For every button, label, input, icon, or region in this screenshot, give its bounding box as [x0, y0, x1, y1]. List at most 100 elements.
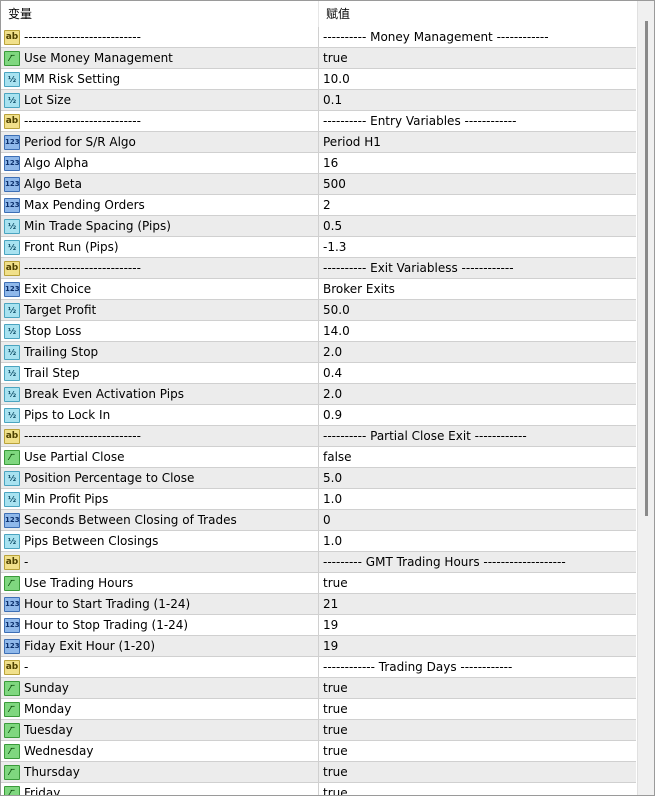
variable-cell[interactable]: ⁄‾ Use Trading Hours	[1, 573, 319, 593]
value-cell[interactable]: 2	[319, 195, 636, 215]
value-cell[interactable]: 0.4	[319, 363, 636, 383]
value-cell[interactable]: 5.0	[319, 468, 636, 488]
value-cell[interactable]: true	[319, 762, 636, 782]
table-row[interactable]: ⁄‾ Use Money Management true	[1, 48, 636, 69]
variable-cell[interactable]: ⁄‾ Use Money Management	[1, 48, 319, 68]
variable-cell[interactable]: ab ---------------------------	[1, 258, 319, 278]
vertical-scrollbar[interactable]	[637, 1, 654, 795]
variable-cell[interactable]: ½ Position Percentage to Close	[1, 468, 319, 488]
value-cell[interactable]: true	[319, 678, 636, 698]
table-row[interactable]: ½ Pips to Lock In 0.9	[1, 405, 636, 426]
value-cell[interactable]: 1.0	[319, 489, 636, 509]
variable-cell[interactable]: ½ Min Profit Pips	[1, 489, 319, 509]
table-row[interactable]: ab --------------------------- ---------- …	[1, 258, 636, 279]
table-row[interactable]: ab --------------------------- ---------- …	[1, 426, 636, 447]
table-row[interactable]: ⁄‾ Monday true	[1, 699, 636, 720]
variable-cell[interactable]: 123 Exit Choice	[1, 279, 319, 299]
value-cell[interactable]: 0.1	[319, 90, 636, 110]
value-cell[interactable]: 19	[319, 615, 636, 635]
variable-cell[interactable]: ab ---------------------------	[1, 426, 319, 446]
variable-cell[interactable]: 123 Seconds Between Closing of Trades	[1, 510, 319, 530]
table-row[interactable]: ⁄‾ Use Partial Close false	[1, 447, 636, 468]
variable-cell[interactable]: 123 Max Pending Orders	[1, 195, 319, 215]
variable-cell[interactable]: 123 Period for S/R Algo	[1, 132, 319, 152]
table-row[interactable]: 123 Algo Alpha 16	[1, 153, 636, 174]
value-cell[interactable]: 500	[319, 174, 636, 194]
variable-cell[interactable]: ½ Break Even Activation Pips	[1, 384, 319, 404]
value-cell[interactable]: 0.9	[319, 405, 636, 425]
table-row[interactable]: 123 Algo Beta 500	[1, 174, 636, 195]
scrollbar-thumb[interactable]	[645, 21, 648, 516]
table-row[interactable]: 123 Hour to Stop Trading (1-24) 19	[1, 615, 636, 636]
variable-cell[interactable]: ⁄‾ Sunday	[1, 678, 319, 698]
value-cell[interactable]: --------- GMT Trading Hours ------------…	[319, 552, 636, 572]
variable-cell[interactable]: ⁄‾ Friday	[1, 783, 319, 795]
table-row[interactable]: ⁄‾ Sunday true	[1, 678, 636, 699]
value-cell[interactable]: true	[319, 720, 636, 740]
value-cell[interactable]: 14.0	[319, 321, 636, 341]
table-row[interactable]: 123 Max Pending Orders 2	[1, 195, 636, 216]
table-row[interactable]: ½ Lot Size 0.1	[1, 90, 636, 111]
variable-cell[interactable]: 123 Hour to Stop Trading (1-24)	[1, 615, 319, 635]
table-row[interactable]: ⁄‾ Tuesday true	[1, 720, 636, 741]
table-row[interactable]: 123 Hour to Start Trading (1-24) 21	[1, 594, 636, 615]
table-row[interactable]: ab --------------------------- ---------- …	[1, 27, 636, 48]
variable-cell[interactable]: ⁄‾ Tuesday	[1, 720, 319, 740]
variable-cell[interactable]: ½ Trailing Stop	[1, 342, 319, 362]
variable-cell[interactable]: 123 Fiday Exit Hour (1-20)	[1, 636, 319, 656]
variable-cell[interactable]: ⁄‾ Wednesday	[1, 741, 319, 761]
value-cell[interactable]: ------------ Trading Days ------------	[319, 657, 636, 677]
table-row[interactable]: 123 Seconds Between Closing of Trades 0	[1, 510, 636, 531]
value-cell[interactable]: Broker Exits	[319, 279, 636, 299]
table-row[interactable]: ½ Target Profit 50.0	[1, 300, 636, 321]
value-cell[interactable]: 0.5	[319, 216, 636, 236]
table-row[interactable]: ⁄‾ Use Trading Hours true	[1, 573, 636, 594]
value-cell[interactable]: Period H1	[319, 132, 636, 152]
value-cell[interactable]: true	[319, 48, 636, 68]
table-row[interactable]: ½ Stop Loss 14.0	[1, 321, 636, 342]
value-cell[interactable]: 0	[319, 510, 636, 530]
value-cell[interactable]: ---------- Entry Variables ------------	[319, 111, 636, 131]
table-row[interactable]: ½ Min Profit Pips 1.0	[1, 489, 636, 510]
value-cell[interactable]: true	[319, 699, 636, 719]
value-cell[interactable]: false	[319, 447, 636, 467]
table-row[interactable]: ½ MM Risk Setting 10.0	[1, 69, 636, 90]
variable-cell[interactable]: ½ Lot Size	[1, 90, 319, 110]
variable-cell[interactable]: ½ Front Run (Pips)	[1, 237, 319, 257]
value-cell[interactable]: 10.0	[319, 69, 636, 89]
value-cell[interactable]: true	[319, 783, 636, 795]
table-row[interactable]: ab --------------------------- ---------- …	[1, 111, 636, 132]
variable-cell[interactable]: ½ Stop Loss	[1, 321, 319, 341]
variable-cell[interactable]: ½ MM Risk Setting	[1, 69, 319, 89]
variable-cell[interactable]: 123 Algo Beta	[1, 174, 319, 194]
table-row[interactable]: ½ Front Run (Pips) -1.3	[1, 237, 636, 258]
variable-cell[interactable]: ab -	[1, 552, 319, 572]
value-cell[interactable]: 19	[319, 636, 636, 656]
table-row[interactable]: 123 Exit Choice Broker Exits	[1, 279, 636, 300]
variable-cell[interactable]: ½ Min Trade Spacing (Pips)	[1, 216, 319, 236]
table-row[interactable]: ½ Break Even Activation Pips 2.0	[1, 384, 636, 405]
variable-cell[interactable]: 123 Algo Alpha	[1, 153, 319, 173]
variable-cell[interactable]: ⁄‾ Thursday	[1, 762, 319, 782]
table-row[interactable]: 123 Fiday Exit Hour (1-20) 19	[1, 636, 636, 657]
value-cell[interactable]: 16	[319, 153, 636, 173]
variable-cell[interactable]: ⁄‾ Use Partial Close	[1, 447, 319, 467]
variable-cell[interactable]: ½ Pips Between Closings	[1, 531, 319, 551]
value-cell[interactable]: 21	[319, 594, 636, 614]
value-cell[interactable]: true	[319, 573, 636, 593]
table-row[interactable]: ½ Position Percentage to Close 5.0	[1, 468, 636, 489]
value-cell[interactable]: -1.3	[319, 237, 636, 257]
table-row[interactable]: ab - --------- GMT Trading Hours ---------…	[1, 552, 636, 573]
value-cell[interactable]: ---------- Money Management ------------	[319, 27, 636, 47]
variable-cell[interactable]: ab -	[1, 657, 319, 677]
variable-cell[interactable]: ½ Pips to Lock In	[1, 405, 319, 425]
variable-cell[interactable]: ½ Target Profit	[1, 300, 319, 320]
table-row[interactable]: 123 Period for S/R Algo Period H1	[1, 132, 636, 153]
table-row[interactable]: ½ Trail Step 0.4	[1, 363, 636, 384]
value-cell[interactable]: 50.0	[319, 300, 636, 320]
value-cell[interactable]: ---------- Exit Variabless ------------	[319, 258, 636, 278]
value-cell[interactable]: 2.0	[319, 342, 636, 362]
value-cell[interactable]: 1.0	[319, 531, 636, 551]
value-cell[interactable]: ---------- Partial Close Exit ----------…	[319, 426, 636, 446]
variable-cell[interactable]: ab ---------------------------	[1, 111, 319, 131]
